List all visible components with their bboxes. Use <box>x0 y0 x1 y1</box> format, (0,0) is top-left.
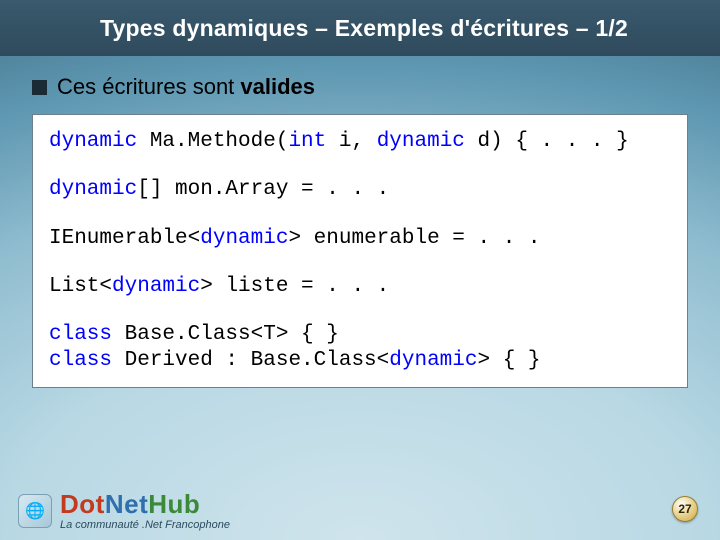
keyword: int <box>288 130 326 153</box>
code-text: Base.Class<T> { } <box>112 323 339 346</box>
code-line-5: class Base.Class<T> { } class Derived : … <box>49 322 671 375</box>
bullet-text: Ces écritures sont valides <box>57 74 315 100</box>
code-text: d) { . . . } <box>465 130 629 153</box>
globe-icon: 🌐 <box>18 494 52 528</box>
square-bullet-icon <box>32 80 47 95</box>
code-text: Ma.Methode( <box>137 130 288 153</box>
logo-main: DotNetHub <box>60 491 230 517</box>
header-bar: Types dynamiques – Exemples d'écritures … <box>0 0 720 56</box>
bullet-prefix: Ces écritures sont <box>57 74 240 99</box>
logo-sub: La communauté .Net Francophone <box>60 520 230 531</box>
keyword: dynamic <box>49 130 137 153</box>
code-text: IEnumerable< <box>49 227 200 250</box>
keyword: class <box>49 349 112 372</box>
bullet-bold: valides <box>240 74 315 99</box>
code-line-5a: class Base.Class<T> { } <box>49 322 671 348</box>
slide: Types dynamiques – Exemples d'écritures … <box>0 0 720 540</box>
logo-text: DotNetHub La communauté .Net Francophone <box>60 491 230 531</box>
keyword: dynamic <box>389 349 477 372</box>
code-text: Derived : Base.Class< <box>112 349 389 372</box>
page-number-badge: 27 <box>672 496 698 522</box>
code-text: > { } <box>477 349 540 372</box>
code-box: dynamic Ma.Methode(int i, dynamic d) { .… <box>32 114 688 388</box>
code-text: > enumerable = . . . <box>288 227 540 250</box>
code-line-2: dynamic[] mon.Array = . . . <box>49 177 671 203</box>
keyword: dynamic <box>200 227 288 250</box>
code-line-4: List<dynamic> liste = . . . <box>49 274 671 300</box>
slide-body: Ces écritures sont valides dynamic Ma.Me… <box>0 56 720 388</box>
code-line-1: dynamic Ma.Methode(int i, dynamic d) { .… <box>49 129 671 155</box>
bullet-item: Ces écritures sont valides <box>32 74 692 100</box>
code-line-3: IEnumerable<dynamic> enumerable = . . . <box>49 226 671 252</box>
keyword: dynamic <box>377 130 465 153</box>
logo: 🌐 DotNetHub La communauté .Net Francopho… <box>18 491 230 531</box>
code-text: i, <box>326 130 376 153</box>
keyword: dynamic <box>49 178 137 201</box>
code-line-5b: class Derived : Base.Class<dynamic> { } <box>49 348 671 374</box>
code-text: > liste = . . . <box>200 275 389 298</box>
keyword: class <box>49 323 112 346</box>
footer: 🌐 DotNetHub La communauté .Net Francopho… <box>0 482 720 540</box>
code-text: [] mon.Array = . . . <box>137 178 389 201</box>
keyword: dynamic <box>112 275 200 298</box>
code-text: List< <box>49 275 112 298</box>
slide-title: Types dynamiques – Exemples d'écritures … <box>100 15 628 42</box>
